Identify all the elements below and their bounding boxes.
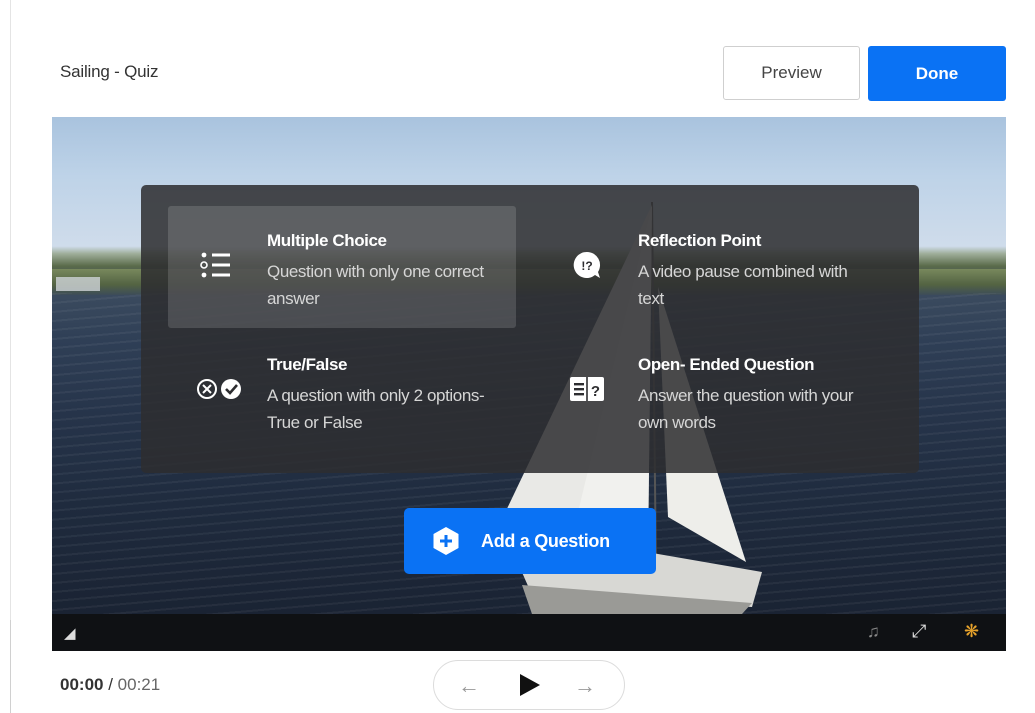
page-title: Sailing - Quiz [60,62,159,81]
total-time: 00:21 [117,675,161,694]
brand-logo-icon: ❋ [964,621,980,641]
volume-icon[interactable]: ◢ [64,624,76,642]
option-title: Multiple Choice [267,231,387,250]
option-title: Open- Ended Question [638,355,815,374]
play-icon[interactable] [516,672,542,698]
svg-text:?: ? [591,383,600,400]
list-icon [198,250,234,280]
option-true-false[interactable]: True/False A question with only 2 option… [168,330,516,452]
music-icon[interactable]: ♫ [867,622,880,642]
question-type-menu: Multiple Choice Question with only one c… [141,185,919,473]
true-false-icon [196,374,244,404]
time-display: 00:00 / 00:21 [60,675,160,695]
playback-controls: ← → [433,660,625,710]
fullscreen-icon[interactable]: ⤢ [912,621,926,642]
left-divider-bottom [10,620,11,713]
video-control-bar: ◢ ♫ ⤢ ❋ [52,614,1006,651]
option-reflection-point[interactable]: !? Reflection Point A video pause combin… [539,206,887,328]
preview-button[interactable]: Preview [723,46,860,100]
option-description: Answer the question with your own words [638,386,854,432]
option-multiple-choice[interactable]: Multiple Choice Question with only one c… [168,206,516,328]
option-title: Reflection Point [638,231,761,250]
arrow-left-icon[interactable]: ← [458,673,480,699]
arrow-right-icon[interactable]: → [574,673,596,699]
time-separator: / [103,675,118,694]
open-ended-icon: ? [569,374,605,404]
option-description: A question with only 2 options- True or … [267,386,485,432]
add-question-button[interactable]: Add a Question [404,508,656,574]
option-description: Question with only one correct answer [267,262,484,308]
add-question-label: Add a Question [481,530,610,551]
option-open-ended[interactable]: ? Open- Ended Question Answer the questi… [539,330,887,452]
svg-text:!?: !? [581,259,592,273]
left-divider [10,0,11,713]
reflection-icon: !? [569,250,605,280]
done-button[interactable]: Done [868,46,1006,101]
plus-hex-icon [433,527,459,555]
option-description: A video pause combined with text [638,262,848,308]
current-time: 00:00 [60,675,104,694]
option-title: True/False [267,355,348,374]
